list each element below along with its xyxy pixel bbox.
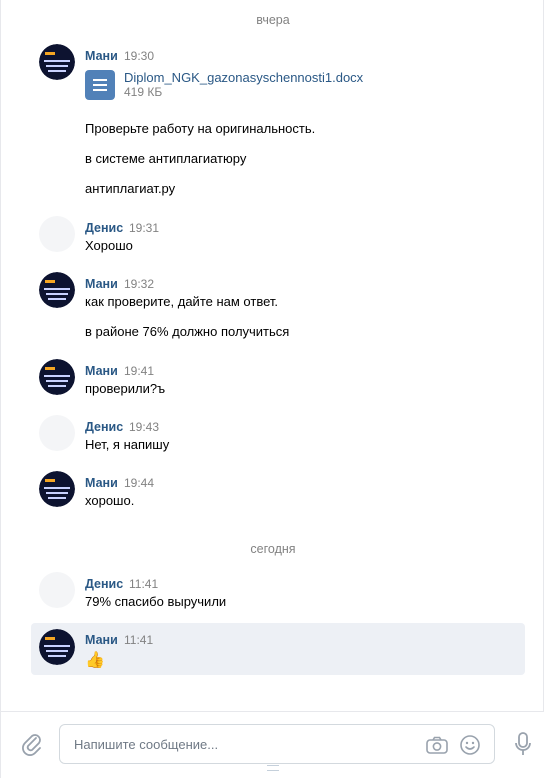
paperclip-icon[interactable]: [21, 732, 43, 756]
message-text: как проверите, дайте нам ответ.: [85, 294, 279, 309]
resize-handle[interactable]: [267, 765, 279, 771]
message: Мани 19:44 хорошо.: [31, 471, 525, 513]
message-time[interactable]: 19:44: [124, 476, 154, 490]
message: Денис 11:41 79% спасибо выручили: [31, 572, 525, 614]
message: Денис 19:31 Хорошо: [31, 216, 525, 258]
message-text: Нет, я напишу: [85, 437, 170, 452]
message-text: Хорошо: [85, 238, 133, 253]
message: Мани 19:30 Diplom_NGK_gazonasyschennosti…: [31, 44, 525, 204]
chat-window: вчера Мани 19:30 Diplom_NGK_gazonasysche…: [0, 0, 544, 778]
avatar-mani[interactable]: [39, 629, 75, 665]
message-input-placeholder: Напишите сообщение...: [74, 737, 219, 752]
attachment-name[interactable]: Diplom_NGK_gazonasyschennosti1.docx: [124, 70, 363, 85]
message-input[interactable]: Напишите сообщение...: [59, 724, 495, 764]
avatar-mani[interactable]: [39, 359, 75, 395]
message-text: проверили?ъ: [85, 381, 166, 396]
camera-icon[interactable]: [426, 736, 448, 754]
message-author[interactable]: Денис: [85, 577, 123, 591]
message: Мани 19:41 проверили?ъ: [31, 359, 525, 401]
message-text: хорошо.: [85, 493, 135, 508]
message-time[interactable]: 11:41: [124, 633, 153, 647]
message-author[interactable]: Денис: [85, 420, 123, 434]
avatar-mani[interactable]: [39, 44, 75, 80]
avatar-denis[interactable]: [39, 216, 75, 252]
message-author[interactable]: Денис: [85, 221, 123, 235]
avatar-denis[interactable]: [39, 572, 75, 608]
message-time[interactable]: 19:43: [129, 420, 159, 434]
avatar-mani[interactable]: [39, 471, 75, 507]
message-author[interactable]: Мани: [85, 277, 118, 291]
message-time[interactable]: 11:41: [129, 577, 158, 591]
thumbs-up-emoji: 👍: [85, 652, 105, 669]
message: Мани 19:32 как проверите, дайте нам отве…: [31, 272, 525, 344]
avatar-mani[interactable]: [39, 272, 75, 308]
message-author[interactable]: Мани: [85, 364, 118, 378]
microphone-icon[interactable]: [514, 732, 532, 758]
document-icon[interactable]: [85, 70, 115, 100]
message-text: 79% спасибо выручили: [85, 594, 227, 609]
message-history[interactable]: вчера Мани 19:30 Diplom_NGK_gazonasysche…: [1, 0, 544, 705]
message-selected[interactable]: Мани 11:41 👍: [31, 623, 525, 675]
message-time[interactable]: 19:31: [129, 221, 159, 235]
message: Денис 19:43 Нет, я напишу: [31, 415, 525, 457]
message-text: Проверьте работу на оригинальность.: [85, 121, 316, 136]
message-text: антиплагиат.ру: [85, 181, 176, 196]
date-separator-today: сегодня: [250, 542, 296, 556]
avatar-denis[interactable]: [39, 415, 75, 451]
message-time[interactable]: 19:32: [124, 277, 154, 291]
message-time[interactable]: 19:41: [124, 364, 154, 378]
message-author[interactable]: Мани: [85, 633, 118, 647]
message-author[interactable]: Мани: [85, 476, 118, 490]
attachment-size: 419 КБ: [124, 85, 163, 99]
date-separator-yesterday: вчера: [256, 13, 290, 27]
emoji-icon[interactable]: [459, 734, 481, 756]
message-text: в районе 76% должно получиться: [85, 324, 290, 339]
message-author[interactable]: Мани: [85, 49, 118, 63]
message-time[interactable]: 19:30: [124, 49, 154, 63]
message-text: в системе антиплагиатюру: [85, 151, 247, 166]
